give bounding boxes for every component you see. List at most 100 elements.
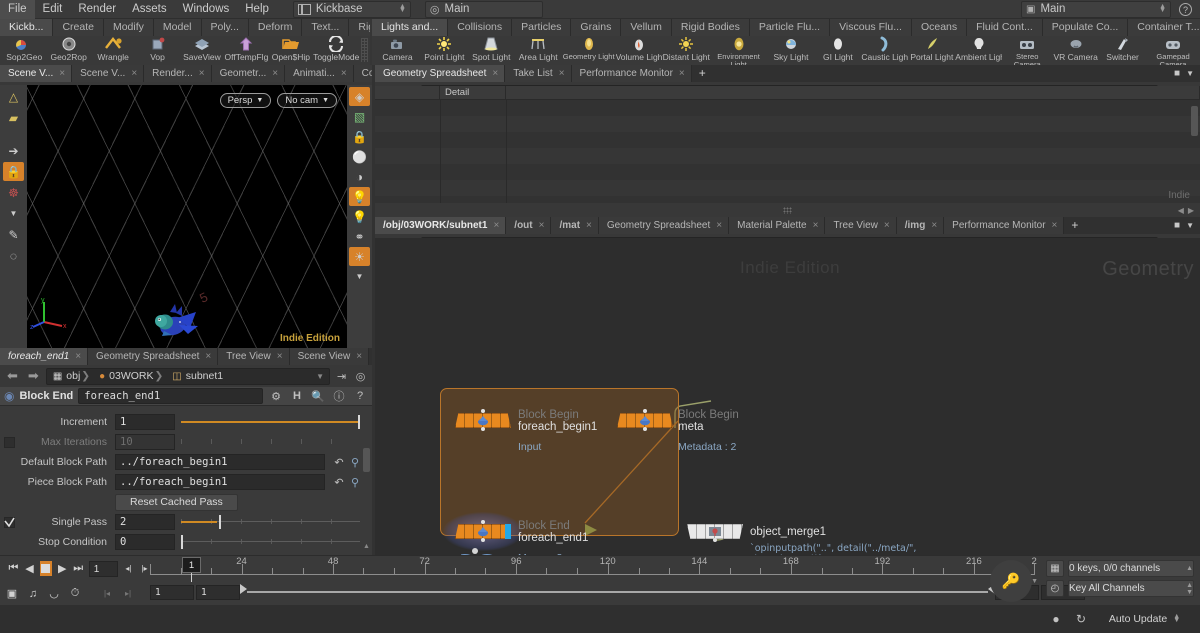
- uv-view-icon[interactable]: ▧: [349, 107, 370, 126]
- shelf-tool-saveview[interactable]: SaveView: [180, 36, 224, 62]
- shelf-tool-gamepad-camera[interactable]: Gamepad Camera: [1146, 36, 1200, 65]
- key-mode-button[interactable]: Key All Channels ▲ ▼: [1068, 580, 1194, 597]
- add-tab-icon[interactable]: +: [1064, 217, 1085, 234]
- camera-selector[interactable]: No cam ▼: [277, 93, 337, 108]
- crumb-obj[interactable]: ▦obj❯: [49, 370, 95, 382]
- close-icon[interactable]: ×: [341, 68, 347, 79]
- max-iterations-checkbox[interactable]: [4, 436, 15, 448]
- prev-key-icon[interactable]: ◂|: [123, 561, 134, 577]
- search-icon[interactable]: 🔍: [310, 388, 326, 404]
- node-input-pin[interactable]: [481, 520, 485, 524]
- shelf-tab-model[interactable]: Model: [153, 19, 202, 36]
- shelf-tab-text[interactable]: Text...: [302, 19, 350, 36]
- shelf-tab-vellum[interactable]: Vellum: [621, 19, 672, 36]
- back-arrow-icon[interactable]: ⬅: [4, 368, 21, 384]
- tab-img[interactable]: /img ×: [896, 217, 945, 234]
- tab-scene-view[interactable]: Scene View ×: [289, 348, 370, 365]
- range-start-handle[interactable]: [240, 584, 247, 594]
- environment-map-icon[interactable]: ☀: [349, 247, 370, 266]
- close-icon[interactable]: ×: [586, 220, 592, 231]
- shelf-left-grip[interactable]: [361, 38, 368, 62]
- tab-performance-monitor[interactable]: Performance Monitor ×: [571, 65, 692, 82]
- lock-icon[interactable]: 🔒: [3, 162, 24, 181]
- pane-resize-grip[interactable]: [783, 206, 792, 214]
- shelf-tool-gi-light[interactable]: GI Light: [814, 36, 861, 62]
- pane-menu-icon[interactable]: ▼: [1186, 221, 1194, 230]
- tab-foreach-end1[interactable]: foreach_end1 ×: [0, 348, 89, 365]
- close-icon[interactable]: ×: [356, 351, 362, 362]
- shelf-tool-environment-light[interactable]: Environment Light: [710, 36, 768, 65]
- auto-update-selector[interactable]: Auto Update ▲ ▼: [1097, 610, 1192, 628]
- close-icon[interactable]: ×: [277, 351, 283, 362]
- refresh-icon[interactable]: ↻: [1072, 610, 1090, 628]
- shelf-tool-distant-light[interactable]: Distant Light: [663, 36, 710, 62]
- timeline-playhead[interactable]: 1: [182, 557, 201, 573]
- tab-scene-view-1[interactable]: Scene V... ×: [0, 65, 73, 82]
- shelf-tab-container-tools[interactable]: Container T...: [1128, 19, 1200, 36]
- shelf-tool-sop2geo[interactable]: Sop2Geo: [2, 36, 46, 62]
- scroll-left-icon[interactable]: ◀: [1178, 206, 1184, 215]
- path-dropdown-icon[interactable]: ▼: [316, 372, 327, 381]
- slider-handle[interactable]: [358, 415, 361, 429]
- tab-scene-view-2[interactable]: Scene V... ×: [72, 65, 145, 82]
- close-icon[interactable]: ×: [559, 68, 565, 79]
- shelf-tab-rigging[interactable]: Rigging: [349, 19, 370, 36]
- tab-geometry-spreadsheet[interactable]: Geometry Spreadsheet ×: [598, 217, 730, 234]
- spreadsheet-rows[interactable]: [375, 100, 1200, 203]
- menu-file[interactable]: File: [0, 0, 35, 19]
- shelf-tab-collisions[interactable]: Collisions: [448, 19, 513, 36]
- parameter-path-field[interactable]: ▦ obj ❯ ● 03WORK ❯ ◫ subnet1 ▼: [45, 367, 330, 385]
- tab-out[interactable]: /out ×: [506, 217, 552, 234]
- display-flag[interactable]: [505, 524, 511, 539]
- menu-edit[interactable]: Edit: [35, 0, 71, 19]
- param-slider-increment[interactable]: [181, 414, 361, 430]
- tab-tree-view[interactable]: Tree View ×: [825, 217, 897, 234]
- shelf-tool-stereo-camera[interactable]: Stereo Camera: [1002, 36, 1052, 65]
- help-icon[interactable]: ?: [1179, 2, 1192, 16]
- maximize-pane-icon[interactable]: ■: [1174, 68, 1180, 79]
- shelf-tab-populate-containers[interactable]: Populate Co...: [1042, 19, 1129, 36]
- pin-icon[interactable]: ⇥: [334, 369, 349, 384]
- shelf-tool-togglemode[interactable]: ToggleMode: [313, 35, 359, 62]
- view-mode-selector[interactable]: Persp ▼: [219, 93, 272, 108]
- range-slider[interactable]: [240, 583, 995, 601]
- box-select-icon[interactable]: ▰: [3, 108, 24, 127]
- shelf-tool-volume-light[interactable]: Volume Light: [616, 36, 663, 62]
- node-input-pin[interactable]: [643, 409, 647, 413]
- shelf-tab-modify[interactable]: Modify: [103, 19, 154, 36]
- more-tools-icon[interactable]: ▼: [3, 204, 24, 223]
- node-picker-icon[interactable]: ⚲: [347, 474, 363, 490]
- shelf-tab-grains[interactable]: Grains: [571, 19, 622, 36]
- close-icon[interactable]: ×: [931, 220, 937, 231]
- tab-mat[interactable]: /mat ×: [551, 217, 599, 234]
- shelf-tab-lights[interactable]: Lights and...: [372, 19, 449, 36]
- shelf-tab-poly[interactable]: Poly...: [201, 19, 249, 36]
- shelf-tool-vop[interactable]: Vop: [135, 36, 179, 62]
- crumb-subnet1[interactable]: ◫subnet1: [168, 370, 227, 382]
- step-back-icon[interactable]: ◀: [24, 561, 35, 577]
- desktop-selector[interactable]: Kickbase ▲ ▼: [292, 0, 411, 18]
- shelf-tab-rigid-bodies[interactable]: Rigid Bodies: [671, 19, 750, 36]
- tab-render-view[interactable]: Render... ×: [144, 65, 212, 82]
- tab-geometry-spreadsheet[interactable]: Geometry Spreadsheet ×: [375, 65, 506, 82]
- main-desktop-selector-right[interactable]: ▣ Main ▲ ▼: [1021, 0, 1171, 18]
- network-canvas[interactable]: Indie Edition Geometry Block Begin forea…: [375, 238, 1200, 555]
- keys-status-button[interactable]: 0 keys, 0/0 channels ▲: [1068, 560, 1194, 577]
- param-slider-max-iterations[interactable]: [181, 434, 360, 450]
- auto-update-spinner-icon[interactable]: ▲ ▼: [1173, 613, 1180, 624]
- timeline-zoom-key-button[interactable]: 🔑: [990, 560, 1032, 602]
- menu-help[interactable]: Help: [237, 0, 277, 19]
- pane-menu-icon[interactable]: ▼: [1186, 69, 1194, 78]
- node-input-pin[interactable]: [481, 409, 485, 413]
- close-icon[interactable]: ×: [205, 351, 211, 362]
- shelf-tab-oceans[interactable]: Oceans: [911, 19, 968, 36]
- shelf-tool-vr-camera[interactable]: VR Camera: [1052, 36, 1099, 62]
- scroll-right-icon[interactable]: ▶: [1188, 206, 1194, 215]
- current-frame-field[interactable]: 1: [88, 560, 118, 577]
- gear-icon[interactable]: ⚙: [268, 388, 284, 404]
- shelf-tool-switcher[interactable]: Switcher: [1099, 36, 1146, 62]
- range-start-icon[interactable]: |◂: [99, 586, 115, 602]
- audio-icon[interactable]: ♫: [25, 586, 41, 602]
- joint-icon[interactable]: ☸: [3, 183, 24, 202]
- scene-lights-icon[interactable]: 💡: [349, 187, 370, 206]
